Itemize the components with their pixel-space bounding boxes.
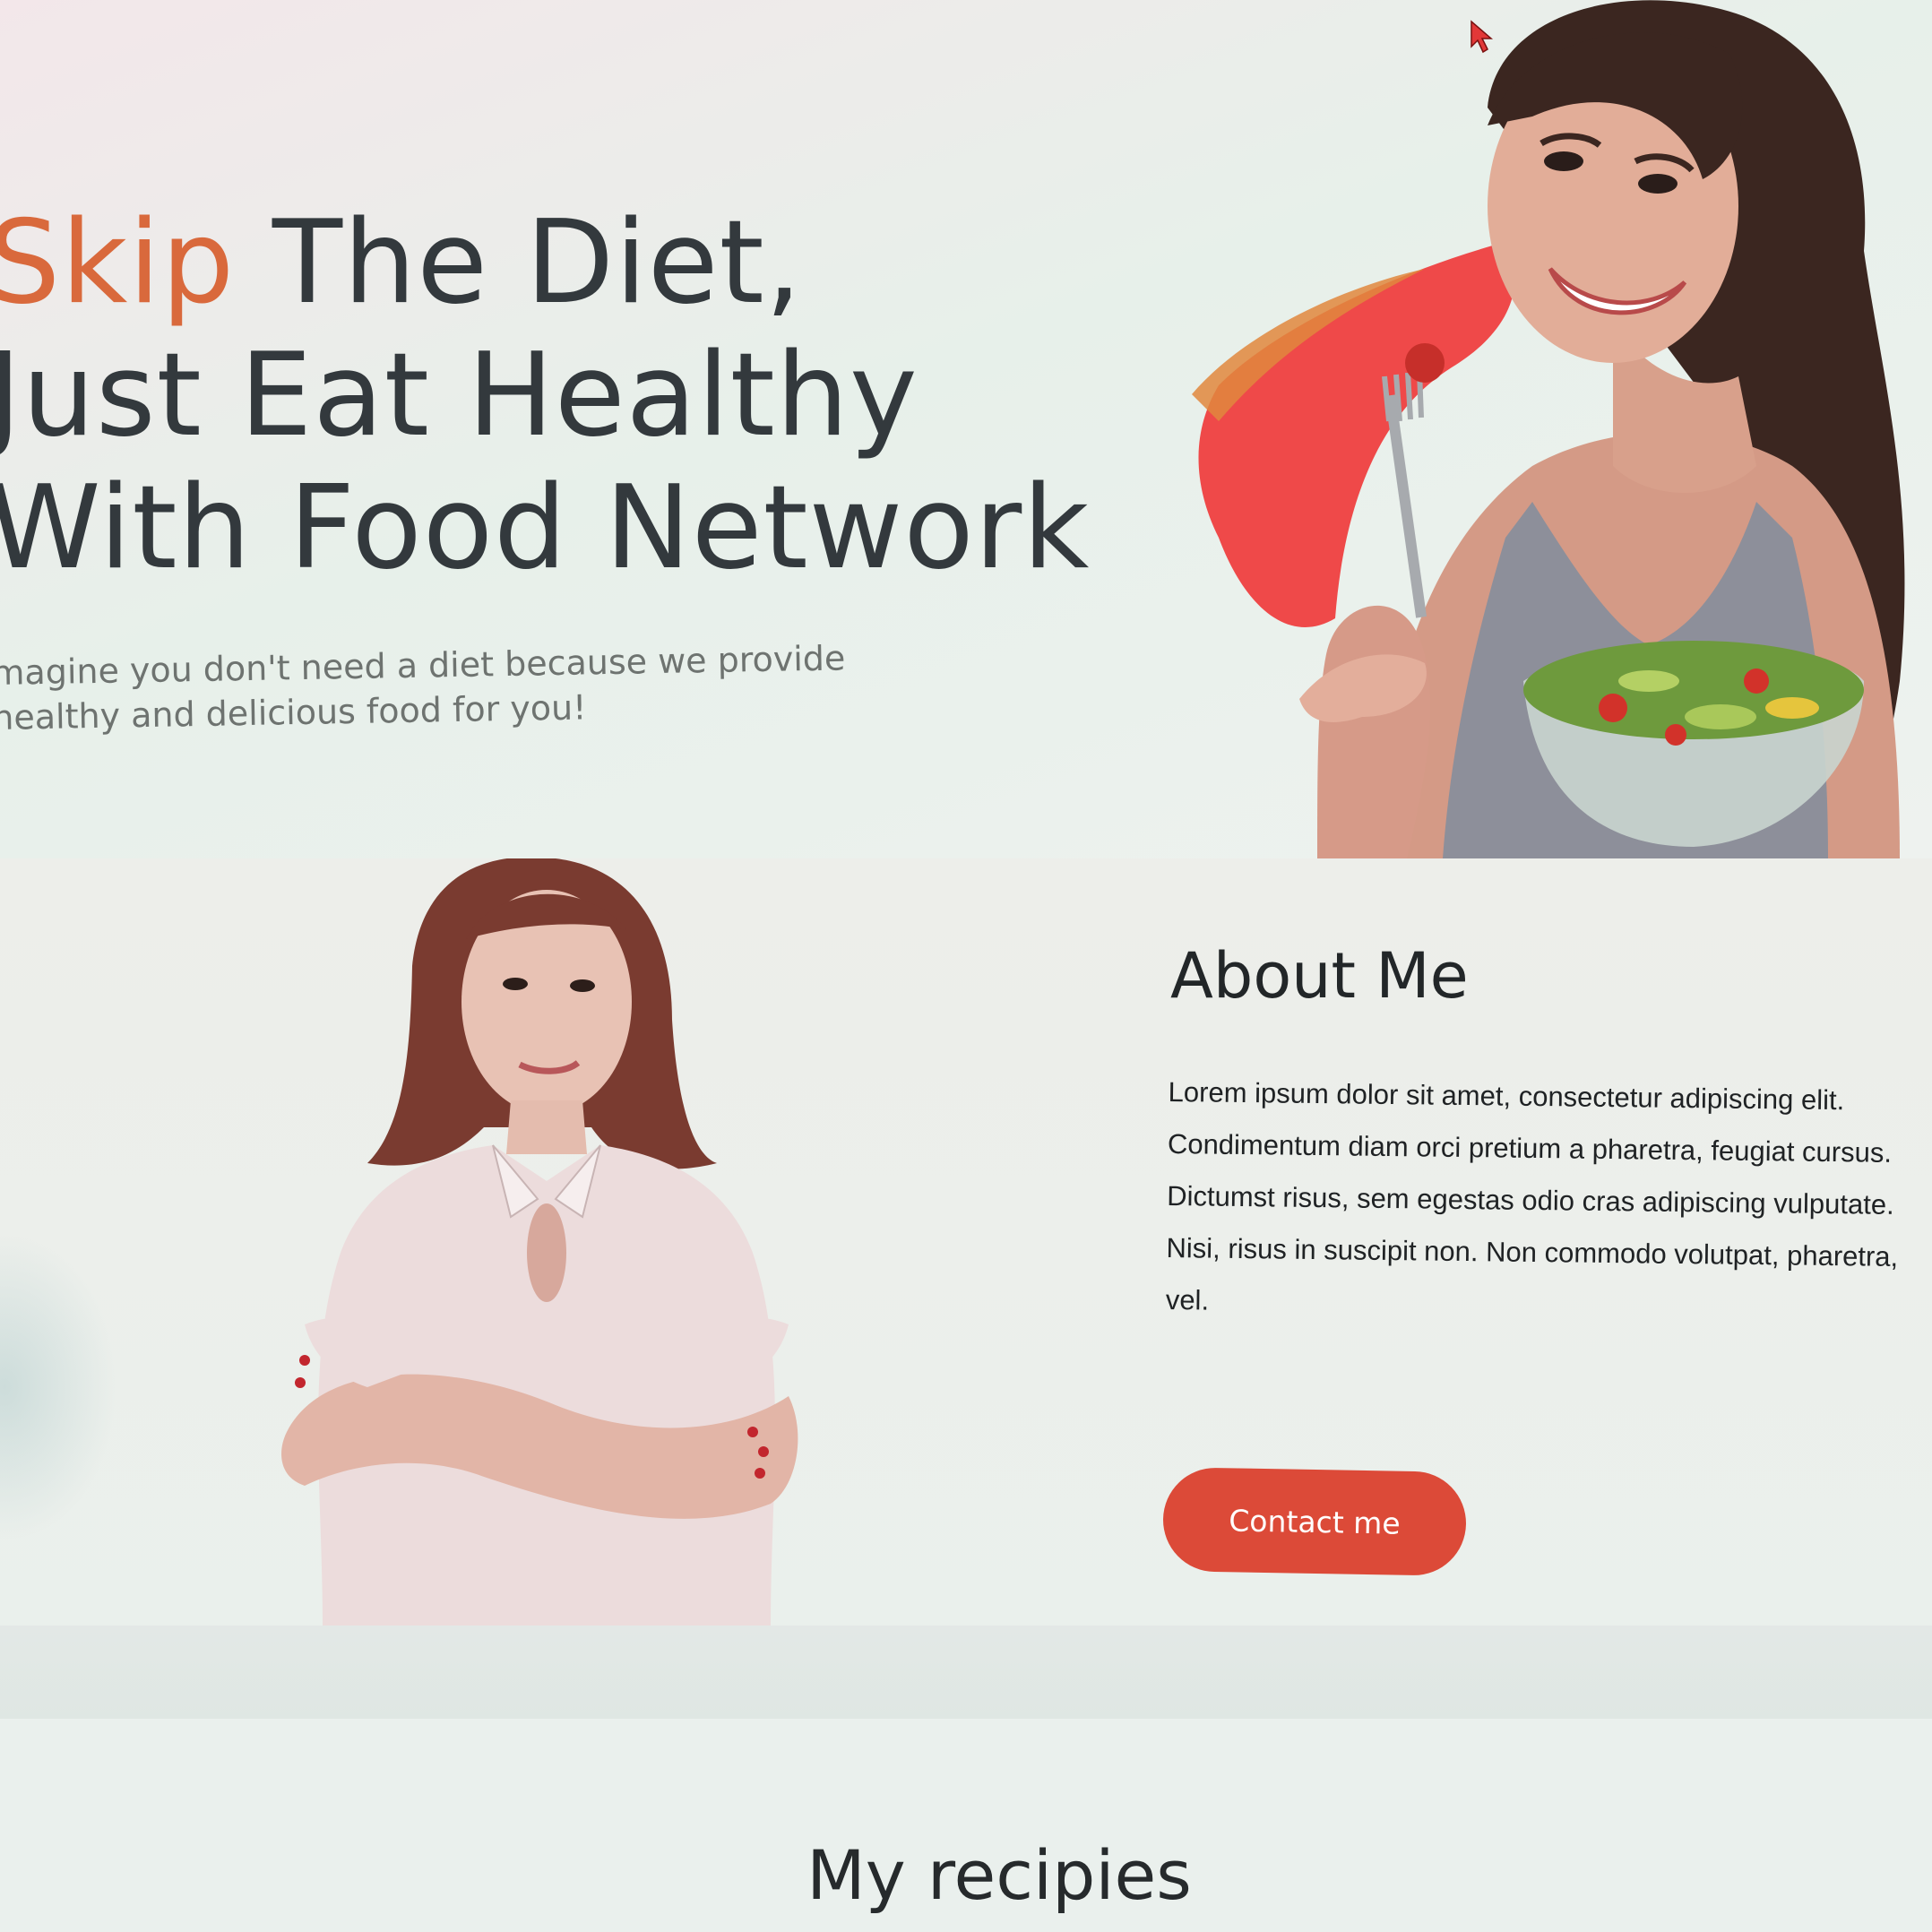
about-description: Lorem ipsum dolor sit amet, consectetur … xyxy=(1165,1075,1899,1316)
about-section: About Me Lorem ipsum dolor sit amet, con… xyxy=(0,858,1932,1719)
mouse-pointer-icon xyxy=(1471,20,1494,54)
section-divider xyxy=(0,1626,1932,1719)
hero-title-accent: Skip xyxy=(0,196,236,330)
decorative-shape xyxy=(0,1235,116,1540)
hero-title-rest: The Diet, xyxy=(235,196,803,330)
hero-section: Skip The Diet, Just Eat Healthy With Foo… xyxy=(0,0,1932,858)
hero-subtitle: magine you don't need a diet because we … xyxy=(0,638,846,737)
hero-image xyxy=(1192,0,1905,858)
about-image xyxy=(281,858,798,1626)
page: Skip The Diet, Just Eat Healthy With Foo… xyxy=(0,0,1932,1932)
about-title: About Me xyxy=(1170,939,1469,1013)
recipes-section: My recipies xyxy=(0,1719,1932,1932)
hero-title: Skip The Diet, Just Eat Healthy With Foo… xyxy=(0,197,1090,595)
contact-me-button[interactable]: Contact me xyxy=(1162,1467,1467,1576)
hero-title-line-3: With Food Network xyxy=(0,461,1091,595)
recipes-title: My recipies xyxy=(806,1835,1192,1915)
hero-title-line-1: Skip The Diet, xyxy=(0,197,1090,330)
hero-title-line-2: Just Eat Healthy xyxy=(0,329,919,462)
